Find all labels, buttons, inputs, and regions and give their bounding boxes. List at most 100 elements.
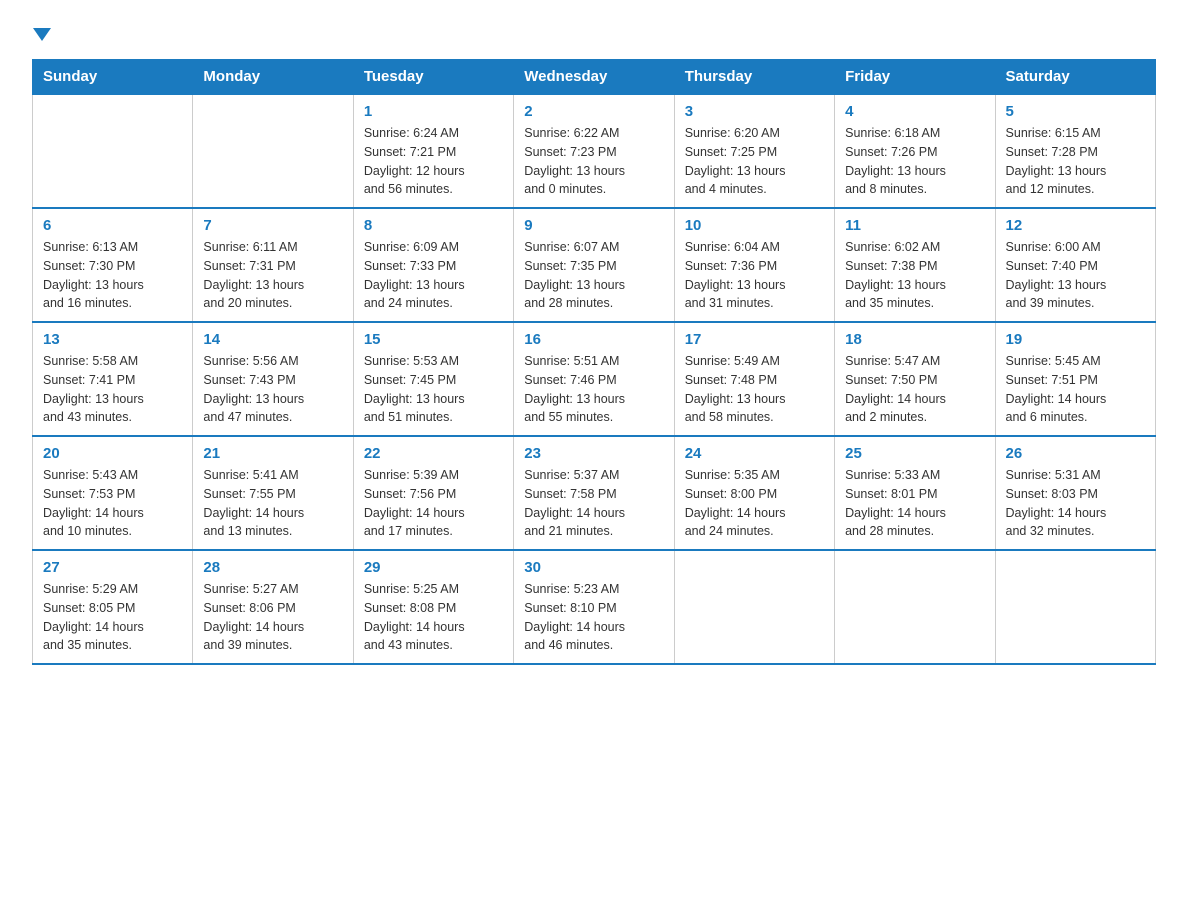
day-info: Sunrise: 6:00 AMSunset: 7:40 PMDaylight:…: [1006, 238, 1145, 313]
day-info: Sunrise: 5:33 AMSunset: 8:01 PMDaylight:…: [845, 466, 984, 541]
calendar-cell: 16 Sunrise: 5:51 AMSunset: 7:46 PMDayligh…: [514, 322, 674, 436]
day-info: Sunrise: 5:51 AMSunset: 7:46 PMDaylight:…: [524, 352, 663, 427]
day-info: Sunrise: 5:41 AMSunset: 7:55 PMDaylight:…: [203, 466, 342, 541]
col-header-wednesday: Wednesday: [514, 60, 674, 95]
col-header-saturday: Saturday: [995, 60, 1155, 95]
col-header-sunday: Sunday: [33, 60, 193, 95]
calendar-cell: 4Sunrise: 6:18 AMSunset: 7:26 PMDaylight…: [835, 94, 995, 208]
day-info: Sunrise: 6:24 AMSunset: 7:21 PMDaylight:…: [364, 124, 503, 199]
calendar-cell: 25 Sunrise: 5:33 AMSunset: 8:01 PMDayligh…: [835, 436, 995, 550]
day-info: Sunrise: 6:02 AMSunset: 7:38 PMDaylight:…: [845, 238, 984, 313]
day-number: 12: [1006, 217, 1145, 234]
logo-text: [32, 24, 52, 41]
day-info: Sunrise: 5:31 AMSunset: 8:03 PMDaylight:…: [1006, 466, 1145, 541]
day-info: Sunrise: 5:35 AMSunset: 8:00 PMDaylight:…: [685, 466, 824, 541]
calendar-cell: 2 Sunrise: 6:22 AMSunset: 7:23 PMDaylight…: [514, 94, 674, 208]
calendar-cell: [674, 550, 834, 664]
day-number: 1: [364, 103, 503, 120]
day-info: Sunrise: 5:37 AMSunset: 7:58 PMDaylight:…: [524, 466, 663, 541]
day-info: Sunrise: 5:27 AMSunset: 8:06 PMDaylight:…: [203, 580, 342, 655]
col-header-friday: Friday: [835, 60, 995, 95]
day-number: 20: [43, 445, 182, 462]
day-info: Sunrise: 5:53 AMSunset: 7:45 PMDaylight:…: [364, 352, 503, 427]
day-info: Sunrise: 6:13 AMSunset: 7:30 PMDaylight:…: [43, 238, 182, 313]
day-number: 4: [845, 103, 984, 120]
calendar-week-row: 27 Sunrise: 5:29 AMSunset: 8:05 PMDayligh…: [33, 550, 1156, 664]
calendar-cell: 28 Sunrise: 5:27 AMSunset: 8:06 PMDayligh…: [193, 550, 353, 664]
day-number: 17: [685, 331, 824, 348]
calendar-cell: 10 Sunrise: 6:04 AMSunset: 7:36 PMDayligh…: [674, 208, 834, 322]
day-info: Sunrise: 5:56 AMSunset: 7:43 PMDaylight:…: [203, 352, 342, 427]
calendar-cell: 14 Sunrise: 5:56 AMSunset: 7:43 PMDayligh…: [193, 322, 353, 436]
day-info: Sunrise: 5:43 AMSunset: 7:53 PMDaylight:…: [43, 466, 182, 541]
day-info: Sunrise: 5:23 AMSunset: 8:10 PMDaylight:…: [524, 580, 663, 655]
day-number: 15: [364, 331, 503, 348]
calendar-cell: 29Sunrise: 5:25 AMSunset: 8:08 PMDayligh…: [353, 550, 513, 664]
day-number: 25: [845, 445, 984, 462]
day-number: 3: [685, 103, 824, 120]
day-info: Sunrise: 5:25 AMSunset: 8:08 PMDaylight:…: [364, 580, 503, 655]
calendar-cell: 3 Sunrise: 6:20 AMSunset: 7:25 PMDaylight…: [674, 94, 834, 208]
calendar-cell: 22 Sunrise: 5:39 AMSunset: 7:56 PMDayligh…: [353, 436, 513, 550]
logo-triangle-icon: [33, 28, 51, 41]
calendar-cell: 12 Sunrise: 6:00 AMSunset: 7:40 PMDayligh…: [995, 208, 1155, 322]
calendar-cell: 7Sunrise: 6:11 AMSunset: 7:31 PMDaylight…: [193, 208, 353, 322]
calendar-cell: 30Sunrise: 5:23 AMSunset: 8:10 PMDayligh…: [514, 550, 674, 664]
calendar-cell: 15 Sunrise: 5:53 AMSunset: 7:45 PMDayligh…: [353, 322, 513, 436]
day-info: Sunrise: 6:09 AMSunset: 7:33 PMDaylight:…: [364, 238, 503, 313]
calendar-cell: 6 Sunrise: 6:13 AMSunset: 7:30 PMDaylight…: [33, 208, 193, 322]
day-info: Sunrise: 5:39 AMSunset: 7:56 PMDaylight:…: [364, 466, 503, 541]
calendar-week-row: 13Sunrise: 5:58 AMSunset: 7:41 PMDayligh…: [33, 322, 1156, 436]
calendar-table: SundayMondayTuesdayWednesdayThursdayFrid…: [32, 59, 1156, 665]
day-number: 21: [203, 445, 342, 462]
col-header-tuesday: Tuesday: [353, 60, 513, 95]
calendar-cell: 1 Sunrise: 6:24 AMSunset: 7:21 PMDaylight…: [353, 94, 513, 208]
calendar-cell: 26Sunrise: 5:31 AMSunset: 8:03 PMDayligh…: [995, 436, 1155, 550]
calendar-cell: 5 Sunrise: 6:15 AMSunset: 7:28 PMDaylight…: [995, 94, 1155, 208]
day-number: 2: [524, 103, 663, 120]
calendar-week-row: 6 Sunrise: 6:13 AMSunset: 7:30 PMDaylight…: [33, 208, 1156, 322]
day-number: 28: [203, 559, 342, 576]
col-header-thursday: Thursday: [674, 60, 834, 95]
calendar-cell: 11Sunrise: 6:02 AMSunset: 7:38 PMDayligh…: [835, 208, 995, 322]
day-number: 24: [685, 445, 824, 462]
day-number: 6: [43, 217, 182, 234]
calendar-cell: 17 Sunrise: 5:49 AMSunset: 7:48 PMDayligh…: [674, 322, 834, 436]
day-info: Sunrise: 6:15 AMSunset: 7:28 PMDaylight:…: [1006, 124, 1145, 199]
day-number: 14: [203, 331, 342, 348]
day-number: 23: [524, 445, 663, 462]
day-number: 10: [685, 217, 824, 234]
calendar-cell: 21 Sunrise: 5:41 AMSunset: 7:55 PMDayligh…: [193, 436, 353, 550]
calendar-week-row: 20 Sunrise: 5:43 AMSunset: 7:53 PMDayligh…: [33, 436, 1156, 550]
calendar-cell: [33, 94, 193, 208]
col-header-monday: Monday: [193, 60, 353, 95]
calendar-cell: [995, 550, 1155, 664]
day-number: 19: [1006, 331, 1145, 348]
day-number: 5: [1006, 103, 1145, 120]
day-number: 18: [845, 331, 984, 348]
day-info: Sunrise: 5:47 AMSunset: 7:50 PMDaylight:…: [845, 352, 984, 427]
day-info: Sunrise: 6:20 AMSunset: 7:25 PMDaylight:…: [685, 124, 824, 199]
day-number: 22: [364, 445, 503, 462]
day-number: 9: [524, 217, 663, 234]
day-info: Sunrise: 5:29 AMSunset: 8:05 PMDaylight:…: [43, 580, 182, 655]
day-info: Sunrise: 5:49 AMSunset: 7:48 PMDaylight:…: [685, 352, 824, 427]
day-info: Sunrise: 5:45 AMSunset: 7:51 PMDaylight:…: [1006, 352, 1145, 427]
calendar-header-row: SundayMondayTuesdayWednesdayThursdayFrid…: [33, 60, 1156, 95]
day-number: 16: [524, 331, 663, 348]
calendar-cell: 13Sunrise: 5:58 AMSunset: 7:41 PMDayligh…: [33, 322, 193, 436]
calendar-cell: 19 Sunrise: 5:45 AMSunset: 7:51 PMDayligh…: [995, 322, 1155, 436]
calendar-cell: 8 Sunrise: 6:09 AMSunset: 7:33 PMDaylight…: [353, 208, 513, 322]
day-info: Sunrise: 6:22 AMSunset: 7:23 PMDaylight:…: [524, 124, 663, 199]
day-number: 7: [203, 217, 342, 234]
day-number: 13: [43, 331, 182, 348]
day-info: Sunrise: 6:04 AMSunset: 7:36 PMDaylight:…: [685, 238, 824, 313]
calendar-cell: 9Sunrise: 6:07 AMSunset: 7:35 PMDaylight…: [514, 208, 674, 322]
calendar-week-row: 1 Sunrise: 6:24 AMSunset: 7:21 PMDaylight…: [33, 94, 1156, 208]
calendar-cell: 23 Sunrise: 5:37 AMSunset: 7:58 PMDayligh…: [514, 436, 674, 550]
calendar-cell: 27 Sunrise: 5:29 AMSunset: 8:05 PMDayligh…: [33, 550, 193, 664]
day-number: 8: [364, 217, 503, 234]
day-number: 27: [43, 559, 182, 576]
calendar-cell: 24 Sunrise: 5:35 AMSunset: 8:00 PMDayligh…: [674, 436, 834, 550]
page-header: [32, 24, 1156, 43]
